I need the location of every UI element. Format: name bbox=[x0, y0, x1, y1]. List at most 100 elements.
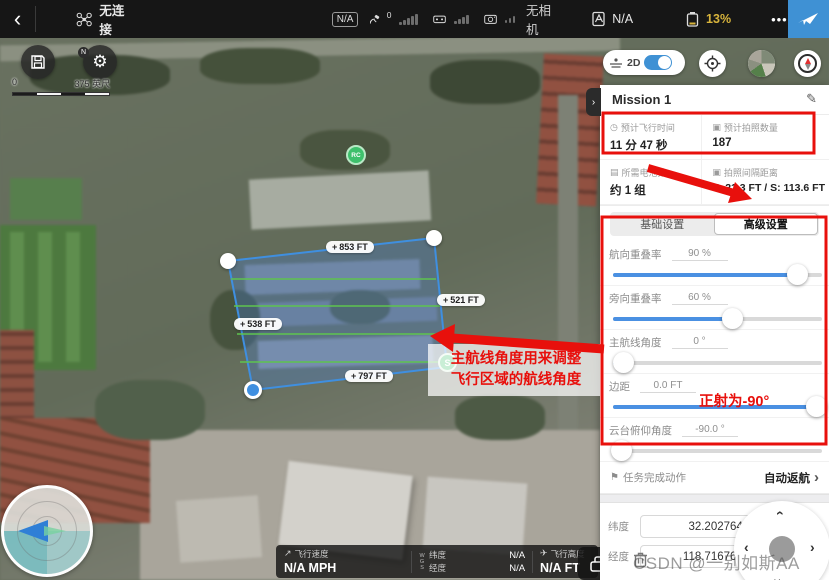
battery-cluster[interactable]: 13% bbox=[685, 11, 731, 28]
gps-signal-bars bbox=[399, 14, 418, 25]
battery-percent: 13% bbox=[706, 12, 731, 26]
panel-collapse-tab[interactable]: › bbox=[586, 88, 601, 116]
battery-icon bbox=[685, 11, 701, 28]
margin-value[interactable]: 0.0 FT bbox=[640, 380, 696, 393]
edge-length-label-top[interactable]: +853 FT bbox=[326, 241, 374, 253]
back-button[interactable]: ‹ bbox=[0, 8, 35, 30]
slider-knob[interactable] bbox=[722, 308, 743, 329]
gps-count: 0 bbox=[387, 10, 392, 20]
edge-length-label-right[interactable]: +521 FT bbox=[437, 294, 485, 306]
rc-heading-needle bbox=[44, 526, 66, 536]
panel-header: Mission 1 ✎ bbox=[600, 85, 829, 115]
wgs-label: WGS bbox=[419, 553, 425, 571]
slider-knob[interactable] bbox=[787, 264, 808, 285]
dpad-up-icon[interactable]: › bbox=[770, 511, 786, 516]
route-angle-track[interactable] bbox=[613, 361, 822, 365]
telemetry-lat-value: N/A bbox=[509, 550, 525, 561]
satellite-icon bbox=[369, 12, 381, 27]
mission-title: Mission 1 bbox=[612, 92, 671, 107]
status-cluster: N/A 0 无相机 bbox=[332, 0, 553, 38]
vertex-handle-topleft[interactable] bbox=[220, 253, 236, 269]
takeoff-button[interactable] bbox=[788, 0, 829, 38]
battery-icon: ▤ bbox=[610, 168, 619, 178]
finish-action-row[interactable]: ⚑任务完成动作 自动返航 › bbox=[600, 462, 829, 494]
map-layers-drone-icon bbox=[609, 57, 623, 69]
compass-icon bbox=[798, 54, 817, 73]
side-overlap-track[interactable] bbox=[613, 317, 822, 321]
tab-advanced-settings[interactable]: 高级设置 bbox=[714, 213, 819, 235]
watermark: CSDN @一别如斯AA bbox=[633, 549, 800, 574]
ortho-note: 正射为-90° bbox=[699, 390, 769, 411]
course-overlap-track[interactable] bbox=[613, 273, 822, 277]
map-mode-toggle[interactable]: 2D bbox=[603, 50, 685, 75]
app-window: S +853 FT +521 FT +538 FT +797 FT RC ⚙ 0… bbox=[0, 0, 829, 580]
divider bbox=[35, 6, 36, 32]
gimbal-pitch-value[interactable]: -90.0 ° bbox=[682, 424, 738, 437]
attitude-compass-widget[interactable] bbox=[1, 485, 93, 577]
flight-mode-value: N/A bbox=[612, 12, 633, 26]
vertex-handle-bottomleft-selected[interactable] bbox=[244, 381, 262, 399]
drag-cross-icon: + bbox=[240, 319, 245, 329]
lat-label: 纬度 bbox=[608, 519, 634, 534]
stat-photo-interval: ▣拍照间隔距离 F: 21.3 FT / S: 113.6 FT bbox=[702, 160, 829, 205]
drag-cross-icon: + bbox=[332, 242, 337, 252]
gimbal-pitch-track[interactable] bbox=[613, 449, 822, 453]
flag-icon: ⚑ bbox=[610, 472, 619, 483]
slider-knob[interactable] bbox=[611, 440, 632, 461]
camera-icon bbox=[484, 12, 497, 26]
back-chevron-icon: ‹ bbox=[14, 8, 21, 30]
rc-signal-bars bbox=[454, 15, 469, 24]
camera-status-text: 无相机 bbox=[526, 0, 553, 38]
airplane-icon bbox=[796, 9, 820, 29]
chevron-right-icon: › bbox=[814, 469, 819, 486]
vertex-handle-topright[interactable] bbox=[426, 230, 442, 246]
slider-knob[interactable] bbox=[806, 396, 827, 417]
status-topbar: ‹ 无连接 N/A 0 无相机 N/A 13% ••• bbox=[0, 0, 829, 38]
map-layer-thumbnail-button[interactable] bbox=[748, 50, 775, 77]
save-mission-button[interactable] bbox=[21, 45, 55, 79]
dpad-right-icon[interactable]: › bbox=[810, 539, 815, 555]
altitude-icon: ✈ bbox=[540, 549, 548, 559]
drone-icon bbox=[76, 11, 92, 28]
divider bbox=[600, 494, 829, 503]
mode-toggle-switch[interactable] bbox=[644, 55, 672, 70]
chevron-right-icon: › bbox=[592, 97, 595, 108]
crosshair-icon bbox=[704, 55, 721, 72]
locate-button[interactable] bbox=[699, 50, 726, 77]
compass-reset-button[interactable] bbox=[794, 50, 821, 77]
slider-side-overlap: 旁向重叠率60 % bbox=[600, 286, 829, 330]
settings-tabs: 基础设置 高级设置 bbox=[610, 212, 819, 236]
tab-basic-settings[interactable]: 基础设置 bbox=[611, 213, 714, 235]
side-overlap-value[interactable]: 60 % bbox=[672, 292, 728, 305]
more-menu-button[interactable]: ••• bbox=[771, 12, 788, 27]
drag-cross-icon: + bbox=[351, 371, 356, 381]
map-scale-bar: 0 375 英尺 bbox=[12, 77, 110, 96]
slider-route-angle: 主航线角度0 ° bbox=[600, 330, 829, 374]
remote-controller-icon bbox=[433, 12, 446, 26]
stat-battery-count: ▤所需电池数 约 1 组 bbox=[600, 160, 702, 205]
edit-mission-icon[interactable]: ✎ bbox=[806, 92, 817, 107]
telemetry-lat-label: 纬度 bbox=[429, 549, 446, 561]
stat-flight-time: ◷预计飞行时间 11 分 47 秒 bbox=[600, 115, 702, 160]
scale-end: 375 英尺 bbox=[74, 77, 110, 90]
connection-status: 无连接 bbox=[99, 0, 131, 38]
edge-length-label-bottom[interactable]: +797 FT bbox=[345, 370, 393, 382]
stat-photo-count: ▣预计拍照数量 187 bbox=[702, 115, 829, 160]
camera-signal-bars bbox=[505, 16, 516, 23]
rc-location-marker: RC bbox=[346, 145, 366, 165]
slider-knob[interactable] bbox=[613, 352, 634, 373]
mission-stats-grid: ◷预计飞行时间 11 分 47 秒 ▣预计拍照数量 187 ▤所需电池数 约 1… bbox=[600, 115, 829, 206]
scale-start: 0 bbox=[12, 77, 17, 90]
camera-icon: ▣ bbox=[712, 168, 721, 178]
course-overlap-value[interactable]: 90 % bbox=[672, 248, 728, 261]
route-angle-note: 主航线角度用来调整 飞行区域的航线角度 bbox=[428, 344, 604, 396]
telemetry-bar: ↗飞行速度 N/A MPH WGS 纬度N/A 经度N/A ✈飞行高度 N/A … bbox=[276, 545, 598, 578]
map-mode-label: 2D bbox=[627, 57, 640, 69]
slider-course-overlap: 航向重叠率90 % bbox=[600, 242, 829, 286]
edge-length-label-left[interactable]: +538 FT bbox=[234, 318, 282, 330]
clock-icon: ◷ bbox=[610, 123, 618, 133]
speed-icon: ↗ bbox=[284, 549, 292, 559]
ellipsis-icon: ••• bbox=[771, 12, 788, 27]
route-angle-value[interactable]: 0 ° bbox=[672, 336, 728, 349]
flight-mode-cluster[interactable]: N/A bbox=[591, 11, 633, 27]
